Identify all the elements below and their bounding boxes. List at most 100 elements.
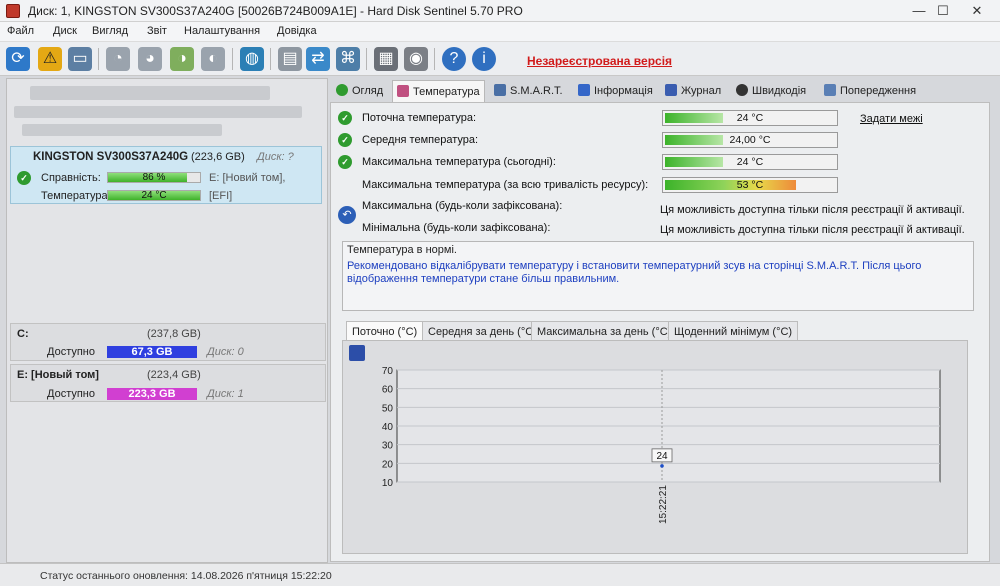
globe-icon[interactable]: ◍ <box>240 47 264 71</box>
menu-file[interactable]: Файл <box>7 25 34 37</box>
tab-performance[interactable]: Швидкодія <box>732 80 810 102</box>
refresh-icon[interactable]: ⟳ <box>6 47 30 71</box>
current-temperature-label: Поточна температура: <box>362 112 477 124</box>
volume-c[interactable]: C: (237,8 GB) Доступно 67,3 GB Диск: 0 <box>10 323 326 361</box>
volume-disk: Диск: 0 <box>207 346 244 358</box>
y-tick-label: 50 <box>382 403 394 414</box>
free-label: Доступно <box>47 388 96 400</box>
disk-size: (223,6 GB) <box>191 151 245 163</box>
y-tick-label: 20 <box>382 459 394 470</box>
blurred-system-info <box>14 106 302 118</box>
toolbar-separator <box>270 48 271 70</box>
temperature-chart: 10 20 30 40 50 60 70 15:22:21 24 <box>382 366 941 524</box>
info-icon <box>578 84 590 96</box>
note-title: Температура в нормі. <box>347 244 457 256</box>
menu-report[interactable]: Звіт <box>147 25 167 37</box>
max-today-value: 24 °C <box>736 156 764 168</box>
locked-back-icon[interactable]: ↶ <box>338 206 356 224</box>
main-tabs: Огляд Температура S.M.A.R.T. Інформація … <box>330 80 990 102</box>
tab-temperature[interactable]: Температура <box>392 80 485 102</box>
title-bar: Диск: 1, KINGSTON SV300S37A240G [50026B7… <box>0 0 1000 22</box>
current-temperature-value: 24 °C <box>736 112 764 124</box>
max-ever-label: Максимальна (будь-коли зафіксована): <box>362 200 563 212</box>
subtab-daily-minimum[interactable]: Щоденний мінімум (°C) <box>668 321 799 341</box>
thermometer-icon <box>397 85 409 97</box>
alert-icon[interactable]: ⚠ <box>38 47 62 71</box>
menu-view[interactable]: Вигляд <box>92 25 128 37</box>
subtab-daily-maximum[interactable]: Максимальна за день (°C) <box>531 321 678 341</box>
disk-card[interactable]: KINGSTON SV300S37A240G (223,6 GB) Диск: … <box>10 146 322 204</box>
subtab-current[interactable]: Поточно (°C) <box>346 321 424 341</box>
menu-settings[interactable]: Налаштування <box>184 25 260 37</box>
menu-help[interactable]: Довідка <box>277 25 317 37</box>
disk-number: Диск: ? <box>257 151 294 163</box>
disk-info-icon[interactable]: ▭ <box>68 47 92 71</box>
menu-disk[interactable]: Диск <box>53 25 77 37</box>
report-icon[interactable]: ▤ <box>278 47 302 71</box>
free-space-bar: 67,3 GB <box>107 346 197 358</box>
data-label: 24 <box>656 451 668 462</box>
menu-bar: Файл Диск Вигляд Звіт Налаштування Довід… <box>0 22 1000 42</box>
health-value: 86 % <box>142 172 166 183</box>
blurred-system-info <box>22 124 222 136</box>
status-ok-icon: ✓ <box>338 155 352 169</box>
status-bar: Статус останнього оновлення: 14.08.2026 … <box>0 563 1000 586</box>
alerts-icon <box>824 84 836 96</box>
tab-alerts[interactable]: Попередження <box>820 80 920 102</box>
disk-tool-icon[interactable]: ◔ <box>106 47 130 71</box>
tab-information[interactable]: Інформація <box>574 80 657 102</box>
app-icon <box>6 4 20 18</box>
set-limits-link[interactable]: Задати межі <box>860 113 923 125</box>
unregistered-version-link[interactable]: Незареєстрована версія <box>527 54 672 68</box>
network-icon[interactable]: ⌘ <box>336 47 360 71</box>
volume-name: C: <box>17 328 29 340</box>
volume-size: (223,4 GB) <box>147 369 201 381</box>
disk-volume-1: E: [Новий том], <box>209 172 286 184</box>
min-ever-locked-text: Ця можливість доступна тільки після реєс… <box>660 224 965 236</box>
free-space-bar: 223,3 GB <box>107 388 197 400</box>
sync-icon[interactable]: ⇄ <box>306 47 330 71</box>
close-button[interactable]: ✕ <box>962 2 992 20</box>
disk-check-icon[interactable]: ◑ <box>170 47 194 71</box>
blurred-system-info <box>30 86 270 100</box>
status-ok-icon: ✓ <box>338 111 352 125</box>
tab-label: Швидкодія <box>752 85 807 97</box>
disk-repair-icon[interactable]: ◐ <box>201 47 225 71</box>
subtab-daily-average[interactable]: Середня за день (°C) <box>422 321 543 341</box>
window-title: Диск: 1, KINGSTON SV300S37A240G [50026B7… <box>28 4 523 18</box>
y-tick-label: 30 <box>382 441 394 452</box>
disk-test-icon[interactable]: ◕ <box>138 47 162 71</box>
toolbar-separator <box>366 48 367 70</box>
tab-label: Інформація <box>594 85 653 97</box>
tab-label: Попередження <box>840 85 917 97</box>
maximize-button[interactable]: ☐ <box>928 2 958 20</box>
toolbar-separator <box>434 48 435 70</box>
chart-icon[interactable]: ▦ <box>374 47 398 71</box>
help-icon[interactable]: ? <box>442 47 466 71</box>
y-tick-label: 70 <box>382 366 394 377</box>
tab-label: Температура <box>413 86 480 98</box>
tab-overview[interactable]: Огляд <box>332 80 387 102</box>
average-temperature-value: 24,00 °C <box>729 134 771 146</box>
info-icon[interactable]: i <box>472 47 496 71</box>
max-lifetime-label: Максимальна температура (за всю триваліс… <box>362 179 649 191</box>
tab-label: S.M.A.R.T. <box>510 85 563 97</box>
health-ok-icon: ✓ <box>17 171 31 185</box>
volume-disk: Диск: 1 <box>207 388 244 400</box>
free-label: Доступно <box>47 346 96 358</box>
disk-name: KINGSTON SV300S37A240G <box>33 151 189 163</box>
status-ok-icon: ✓ <box>338 133 352 147</box>
max-today-bar: 24 °C <box>662 154 838 170</box>
tab-label: Журнал <box>681 85 722 97</box>
average-temperature-label: Середня температура: <box>362 134 479 146</box>
toolbar-separator <box>232 48 233 70</box>
toolbar: ⟳ ⚠ ▭ ◔ ◕ ◑ ◐ ◍ ▤ ⇄ ⌘ ▦ ◉ ? i Незареєстр… <box>0 42 1000 76</box>
health-bar: 86 % <box>107 172 201 183</box>
speed-icon <box>736 84 748 96</box>
tab-smart[interactable]: S.M.A.R.T. <box>490 80 567 102</box>
temperature-note: Температура в нормі. Рекомендовано відка… <box>342 241 974 311</box>
volume-e[interactable]: E: [Новый том] (223,4 GB) Доступно 223,3… <box>10 364 326 402</box>
tab-log[interactable]: Журнал <box>661 80 725 102</box>
max-ever-locked-text: Ця можливість доступна тільки після реєс… <box>660 204 965 216</box>
speaker-icon[interactable]: ◉ <box>404 47 428 71</box>
